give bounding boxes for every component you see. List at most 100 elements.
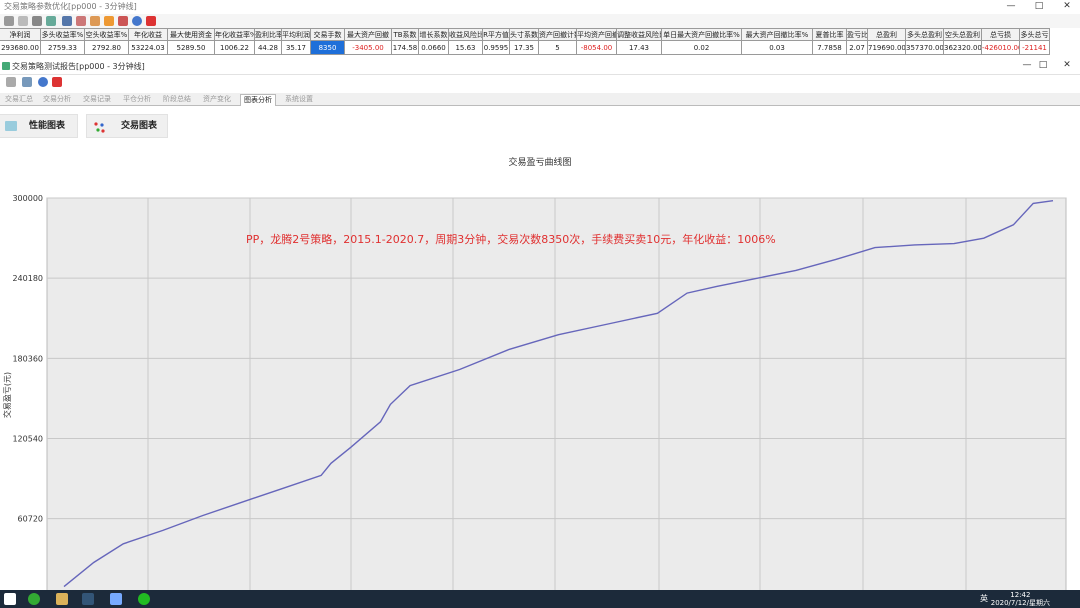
print-icon[interactable]: [6, 77, 16, 87]
refresh-icon[interactable]: [46, 16, 56, 26]
stats-value-cell[interactable]: 2.07: [847, 41, 868, 55]
stats-header-cell[interactable]: 平均利润: [282, 28, 311, 41]
stats-value-cell[interactable]: 293680.00: [0, 41, 41, 55]
link-icon[interactable]: [32, 16, 42, 26]
stats-header-cell[interactable]: TB系数: [392, 28, 419, 41]
stats-value-cell[interactable]: 15.63: [449, 41, 483, 55]
tab-trade-records[interactable]: 交易记录: [80, 94, 114, 105]
stats-header-cell[interactable]: 单日最大资产回撤比率%: [662, 28, 742, 41]
stats-value-cell[interactable]: 35.17: [282, 41, 311, 55]
tab-trade-analysis[interactable]: 交易分析: [40, 94, 74, 105]
stats-value-cell[interactable]: 719690.00: [868, 41, 906, 55]
stats-header-cell[interactable]: 收益风险比: [449, 28, 483, 41]
stats-header-cell[interactable]: 夏普比率: [813, 28, 847, 41]
stats-value-cell[interactable]: 5289.50: [168, 41, 215, 55]
app2-icon[interactable]: [82, 593, 94, 605]
start-icon[interactable]: [4, 593, 16, 605]
folder-icon[interactable]: [56, 593, 68, 605]
stats-value-cell[interactable]: 174.58: [392, 41, 419, 55]
exit-icon[interactable]: [146, 16, 156, 26]
chart-line-icon[interactable]: [76, 16, 86, 26]
close-icon[interactable]: ✕: [1054, 0, 1080, 14]
minimize-icon[interactable]: —: [998, 0, 1024, 14]
app3-icon[interactable]: [110, 593, 122, 605]
subtab-performance-chart[interactable]: 性能图表: [0, 114, 78, 138]
report-tabs: 交易汇总 交易分析 交易记录 平仓分析 阶段总结 资产变化 图表分析 系统设置: [0, 93, 1080, 106]
clock-time: 12:42: [1010, 591, 1031, 599]
stats-value-cell[interactable]: 17.35: [510, 41, 539, 55]
stats-header-cell[interactable]: 空头总盈利: [944, 28, 982, 41]
stats-header-cell[interactable]: 调整收益风险比: [617, 28, 662, 41]
stats-header-cell[interactable]: 盈亏比: [847, 28, 868, 41]
stats-header-cell[interactable]: 平均资产回撤: [577, 28, 617, 41]
wechat-icon[interactable]: [138, 593, 150, 605]
stats-value-cell[interactable]: 0.0660: [419, 41, 449, 55]
pie-chart-icon[interactable]: [118, 16, 128, 26]
y-tick-label: 300000: [12, 194, 43, 203]
preview-icon[interactable]: [22, 77, 32, 87]
ime-indicator[interactable]: 英: [980, 593, 988, 604]
app1-icon[interactable]: [28, 593, 40, 605]
stats-value-cell[interactable]: 8350: [311, 41, 345, 55]
stats-value-cell[interactable]: 1006.22: [215, 41, 255, 55]
stats-header-cell[interactable]: 多头总亏: [1020, 28, 1050, 41]
stats-header-cell[interactable]: 净利润: [0, 28, 41, 41]
tab-chart-analysis[interactable]: 图表分析: [240, 94, 276, 106]
stats-header-cell[interactable]: 年化收益: [129, 28, 168, 41]
stats-header-cell[interactable]: 空头收益率%: [85, 28, 129, 41]
stats-value-cell[interactable]: -21141: [1020, 41, 1050, 55]
stats-value-cell[interactable]: -426010.00: [982, 41, 1020, 55]
stats-value-cell[interactable]: 0.9595: [483, 41, 510, 55]
help-icon[interactable]: [132, 16, 142, 26]
table-icon[interactable]: [62, 16, 72, 26]
stats-value-cell[interactable]: -3405.00: [345, 41, 392, 55]
clock-date: 2020/7/12/星期六: [990, 599, 1050, 607]
maximize-icon[interactable]: □: [1026, 0, 1052, 14]
stats-header-cell[interactable]: R平方值: [483, 28, 510, 41]
stats-value-cell[interactable]: 53224.03: [129, 41, 168, 55]
inner-help-icon[interactable]: [38, 77, 48, 87]
stats-header-cell[interactable]: 年化收益率%: [215, 28, 255, 41]
stats-header-cell[interactable]: 最大使用资金: [168, 28, 215, 41]
stats-header-cell[interactable]: 总盈利: [868, 28, 906, 41]
app-icon: [2, 62, 10, 70]
stats-value-cell[interactable]: 362320.00: [944, 41, 982, 55]
inner-exit-icon[interactable]: [52, 77, 62, 87]
tab-system-settings[interactable]: 系统设置: [282, 94, 316, 105]
bar-chart-icon[interactable]: [90, 16, 100, 26]
stats-value-cell[interactable]: 2792.80: [85, 41, 129, 55]
y-tick-label: 180360: [12, 354, 43, 363]
tab-trade-summary[interactable]: 交易汇总: [2, 94, 36, 105]
stats-header-cell[interactable]: 资产回撤计数: [539, 28, 577, 41]
stats-header-cell[interactable]: 最大资产回撤比率%: [742, 28, 813, 41]
system-clock[interactable]: 12:42 2020/7/12/星期六: [991, 591, 1050, 607]
stats-value-cell[interactable]: -8054.00: [577, 41, 617, 55]
stats-header-cell[interactable]: 多头总盈利: [906, 28, 944, 41]
stats-header-cell[interactable]: 多头收益率%: [41, 28, 85, 41]
stats-header-cell[interactable]: 头寸系数: [510, 28, 539, 41]
subtab-trade-chart[interactable]: 交易图表: [86, 114, 168, 138]
page-icon[interactable]: [4, 16, 14, 26]
copy-icon[interactable]: [18, 16, 28, 26]
tab-stage-summary[interactable]: 阶段总结: [160, 94, 194, 105]
stats-value-cell[interactable]: 357370.00: [906, 41, 944, 55]
column-chart-icon[interactable]: [104, 16, 114, 26]
stats-value-cell[interactable]: 5: [539, 41, 577, 55]
stats-header-cell[interactable]: 增长系数: [419, 28, 449, 41]
inner-close-icon[interactable]: ✕: [1054, 59, 1080, 73]
stats-header-cell[interactable]: 最大资产回撤: [345, 28, 392, 41]
stats-value-cell[interactable]: 17.43: [617, 41, 662, 55]
stats-header-cell[interactable]: 交易手数: [311, 28, 345, 41]
stats-value-cell[interactable]: 2759.33: [41, 41, 85, 55]
stats-value-cell[interactable]: 0.02: [662, 41, 742, 55]
outer-window-titlebar: 交易策略参数优化[pp000 - 3分钟线] — □ ✕: [0, 0, 1080, 14]
stats-header-cell[interactable]: 盈利比率: [255, 28, 282, 41]
stats-value-cell[interactable]: 44.28: [255, 41, 282, 55]
stats-value-cell[interactable]: 7.7858: [813, 41, 847, 55]
tab-close-analysis[interactable]: 平仓分析: [120, 94, 154, 105]
tab-asset-change[interactable]: 资产变化: [200, 94, 234, 105]
stats-value-cell[interactable]: 0.03: [742, 41, 813, 55]
y-tick-label: 60720: [18, 515, 43, 524]
inner-maximize-icon[interactable]: □: [1030, 59, 1056, 73]
stats-header-cell[interactable]: 总亏损: [982, 28, 1020, 41]
